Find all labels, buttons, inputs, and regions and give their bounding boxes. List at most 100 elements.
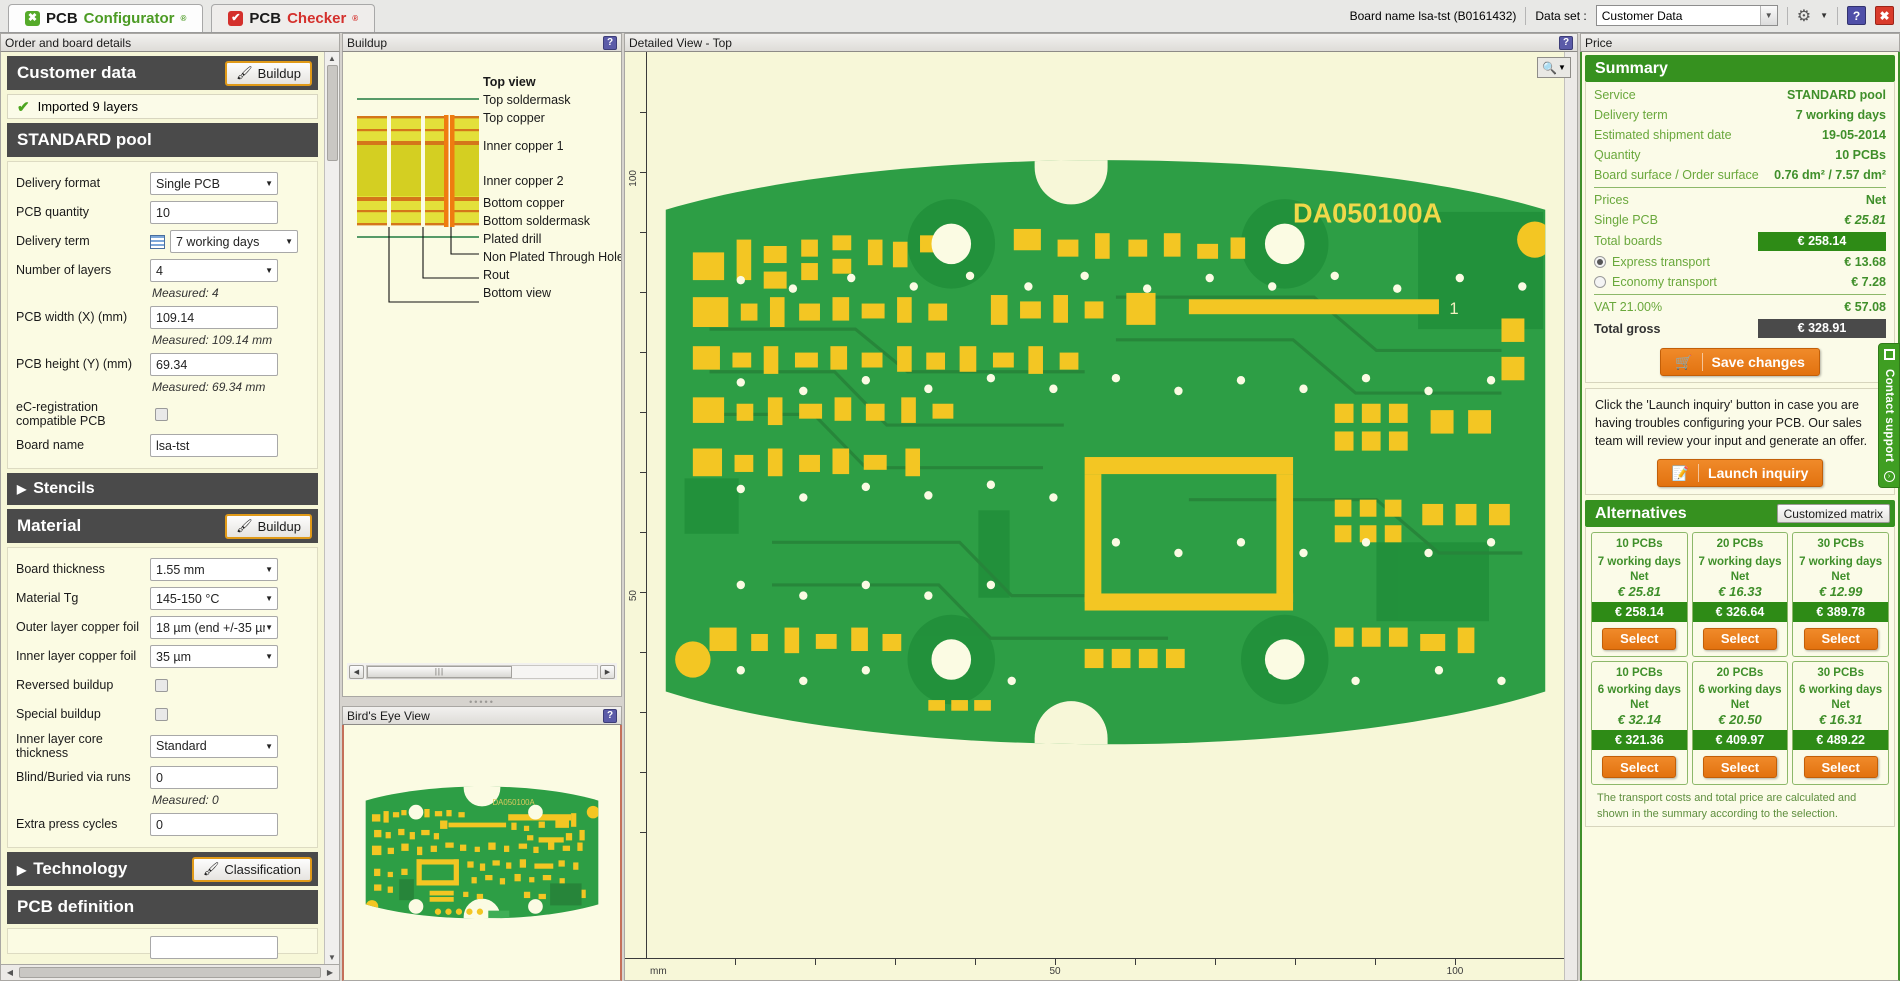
classification-button[interactable]: 🖌 Classification	[191, 856, 312, 882]
board-name-input[interactable]: lsa-tst	[150, 434, 278, 457]
detail-vertical-scrollbar[interactable]	[1564, 52, 1577, 980]
select-button[interactable]: Select	[1803, 627, 1878, 650]
reversed-buildup-checkbox[interactable]	[155, 679, 168, 692]
help-button[interactable]: ?	[1847, 6, 1866, 25]
economy-transport-radio[interactable]	[1594, 276, 1606, 288]
inner-layer-core-thickness-select[interactable]: Standard ▼	[150, 734, 278, 758]
section-customer-data[interactable]: Customer data 🖌 Buildup	[7, 56, 318, 90]
inner-layer-copper-foil-select[interactable]: 35 µm ▼	[150, 645, 278, 668]
row-value: STANDARD pool	[1786, 88, 1886, 102]
summary-row-total-boards: Total boards € 258.14	[1594, 230, 1886, 252]
scroll-thumb[interactable]: |||	[367, 665, 512, 678]
chevron-down-icon: ▼	[285, 237, 293, 246]
buildup-panel: Buildup ? Top view Top soldermask Top co…	[342, 33, 622, 697]
dataset-select[interactable]: Customer Data ▼	[1595, 5, 1778, 26]
row-key: Express transport	[1612, 255, 1710, 269]
pcb-definition-title: PCB definition	[17, 897, 135, 916]
select-button[interactable]: Select	[1803, 756, 1878, 779]
left-vertical-scrollbar[interactable]: ▲ ▼	[324, 52, 339, 964]
scroll-thumb[interactable]	[326, 65, 338, 161]
number-of-layers-select[interactable]: 4 ▼	[150, 259, 278, 282]
section-pcb-definition[interactable]: PCB definition	[7, 890, 318, 924]
chevron-down-icon: ▼	[265, 594, 273, 603]
zoom-dropdown-button[interactable]: 🔍 ▼	[1537, 57, 1571, 78]
scroll-up-icon[interactable]: ▲	[328, 54, 336, 63]
buildup-label-top-copper: Top copper	[483, 111, 545, 125]
section-material[interactable]: Material 🖌 Buildup	[7, 509, 318, 543]
transport-option-economy[interactable]: Economy transport € 7.28	[1594, 272, 1886, 292]
scroll-track[interactable]: |||	[366, 664, 598, 679]
row-key: Single PCB	[1594, 213, 1658, 227]
pcb-definition-select[interactable]	[150, 936, 278, 959]
customized-matrix-button[interactable]: Customized matrix	[1776, 504, 1890, 524]
tab-configurator-word2: Configurator	[83, 10, 175, 27]
close-button[interactable]: ✖	[1875, 6, 1894, 25]
buildup-label-top-soldermask: Top soldermask	[483, 93, 571, 107]
pcb-quantity-input[interactable]: 10	[150, 201, 278, 224]
calendar-icon[interactable]	[150, 234, 165, 249]
chevron-right-icon[interactable]: ›	[1883, 471, 1895, 482]
delivery-format-select[interactable]: Single PCB ▼	[150, 172, 278, 195]
magnifier-icon: 🔍	[1542, 60, 1558, 75]
row-key: Quantity	[1594, 148, 1641, 162]
chevron-down-icon: ▼	[265, 741, 273, 751]
alternative-option[interactable]: 20 PCBs 6 working days Net € 20.50 € 409…	[1691, 660, 1789, 786]
alt-total-price: € 326.64	[1692, 601, 1788, 622]
select-button[interactable]: Select	[1702, 756, 1777, 779]
birds-eye-panel-title: Bird's Eye View	[347, 708, 430, 723]
board-thickness-select[interactable]: 1.55 mm ▼	[150, 558, 278, 581]
field-label: Special buildup	[16, 707, 101, 722]
select-button[interactable]: Select	[1602, 756, 1677, 779]
contact-support-tab[interactable]: Contact support ›	[1878, 343, 1900, 488]
launch-inquiry-button[interactable]: 📝 Launch inquiry	[1656, 459, 1824, 488]
delivery-term-select[interactable]: 7 working days ▼	[170, 230, 298, 253]
alternative-option[interactable]: 10 PCBs 7 working days Net € 25.81 € 258…	[1591, 532, 1688, 657]
alternative-option[interactable]: 20 PCBs 7 working days Net € 16.33 € 326…	[1691, 532, 1789, 657]
detailed-view-canvas[interactable]: 🔍 ▼ DA050100A 1 100 50 mm 50 100	[624, 52, 1578, 981]
scroll-left-icon[interactable]: ◀	[349, 664, 364, 679]
chevron-down-icon[interactable]: ▼	[1820, 11, 1828, 20]
buildup-label-inner-copper-2: Inner copper 2	[483, 174, 564, 188]
section-stencils[interactable]: ▶ Stencils	[7, 473, 318, 505]
scroll-right-icon[interactable]: ▶	[323, 968, 337, 977]
help-icon[interactable]: ?	[1559, 35, 1573, 50]
select-button[interactable]: Select	[1702, 627, 1777, 650]
express-transport-radio[interactable]	[1594, 256, 1606, 268]
save-changes-button[interactable]: 🛒 Save changes	[1660, 348, 1820, 376]
alternative-option[interactable]: 10 PCBs 6 working days Net € 32.14 € 321…	[1591, 660, 1688, 786]
pcb-width-input[interactable]: 109.14	[150, 306, 278, 329]
tab-pcb-configurator[interactable]: ✖ PCB Configurator ®	[8, 4, 204, 32]
customer-data-buildup-button[interactable]: 🖌 Buildup	[225, 60, 312, 86]
scroll-thumb[interactable]	[19, 967, 321, 978]
material-buildup-button[interactable]: 🖌 Buildup	[225, 513, 312, 539]
panel-splitter-handle[interactable]: •••••	[342, 697, 622, 707]
select-button[interactable]: Select	[1602, 627, 1677, 650]
horizontal-ruler: mm 50 100	[625, 958, 1577, 980]
summary-header: Summary	[1585, 55, 1895, 82]
alternative-option[interactable]: 30 PCBs 7 working days Net € 12.99 € 389…	[1792, 532, 1889, 657]
tab-pcb-checker[interactable]: ✔ PCB Checker ®	[211, 4, 376, 32]
left-horizontal-scrollbar[interactable]: ◀ ▶	[0, 965, 340, 981]
field-label: PCB height (Y) (mm)	[16, 357, 132, 372]
gear-icon[interactable]: ⚙	[1797, 6, 1811, 26]
help-icon[interactable]: ?	[603, 35, 617, 50]
extra-press-cycles-input[interactable]: 0	[150, 813, 278, 836]
material-tg-select[interactable]: 145-150 °C ▼	[150, 587, 278, 610]
scroll-down-icon[interactable]: ▼	[328, 953, 336, 962]
section-technology[interactable]: ▶ Technology 🖌 Classification	[7, 852, 318, 886]
blind-buried-via-input[interactable]: 0	[150, 766, 278, 789]
outer-layer-copper-foil-select[interactable]: 18 µm (end +/-35 µm) ▼	[150, 616, 278, 639]
special-buildup-checkbox[interactable]	[155, 708, 168, 721]
alternative-option[interactable]: 30 PCBs 6 working days Net € 16.31 € 489…	[1792, 660, 1889, 786]
app-tab-bar: ✖ PCB Configurator ® ✔ PCB Checker ® Board…	[0, 0, 1900, 33]
ec-registration-checkbox[interactable]	[155, 407, 168, 421]
alt-term: 6 working days	[1597, 684, 1681, 697]
help-icon[interactable]: ?	[603, 708, 617, 723]
transport-option-express[interactable]: Express transport € 13.68	[1594, 252, 1886, 272]
buildup-horizontal-scrollbar[interactable]: ◀ ||| ▶	[347, 663, 617, 680]
birds-eye-canvas[interactable]: DA050100A	[342, 725, 622, 981]
scroll-right-icon[interactable]: ▶	[600, 664, 615, 679]
scroll-left-icon[interactable]: ◀	[3, 968, 17, 977]
summary-row-shipment-date: Estimated shipment date 19-05-2014	[1594, 125, 1886, 145]
pcb-height-input[interactable]: 69.34	[150, 353, 278, 376]
